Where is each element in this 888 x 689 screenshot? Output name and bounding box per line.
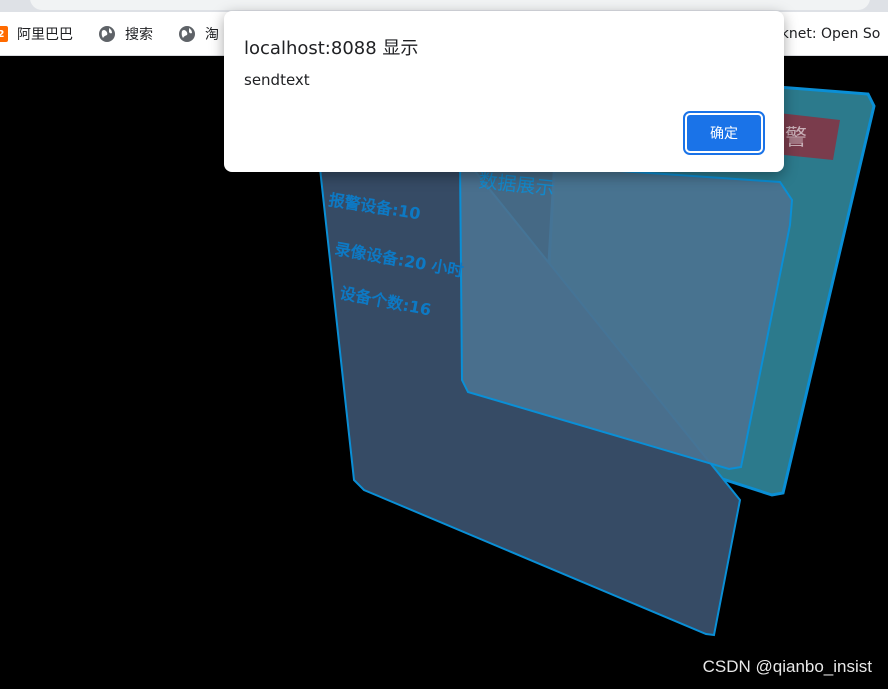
dialog-message: sendtext	[244, 71, 310, 89]
ok-button[interactable]: 确定	[683, 111, 765, 155]
bookmark-label: 阿里巴巴	[17, 27, 73, 43]
alibaba-icon: 2	[0, 26, 8, 42]
bookmark-alibaba[interactable]: 2 阿里巴巴	[0, 12, 73, 56]
bookmark-label: 淘	[205, 27, 219, 43]
bookmark-tao[interactable]: 淘	[178, 12, 219, 56]
bookmark-label: rknet: Open So	[775, 26, 881, 42]
globe-icon	[99, 26, 115, 42]
bookmark-label: 搜索	[125, 27, 153, 43]
bookmark-search[interactable]: 搜索	[98, 12, 153, 56]
dialog-title: localhost:8088 显示	[244, 38, 419, 59]
watermark: CSDN @qianbo_insist	[702, 657, 872, 676]
bookmark-darknet[interactable]: rknet: Open So	[775, 12, 880, 56]
globe-icon	[179, 26, 195, 42]
alarm-box-label: 警	[785, 126, 807, 151]
address-bar[interactable]	[30, 0, 870, 10]
alert-dialog: localhost:8088 显示 sendtext 确定	[224, 11, 784, 172]
